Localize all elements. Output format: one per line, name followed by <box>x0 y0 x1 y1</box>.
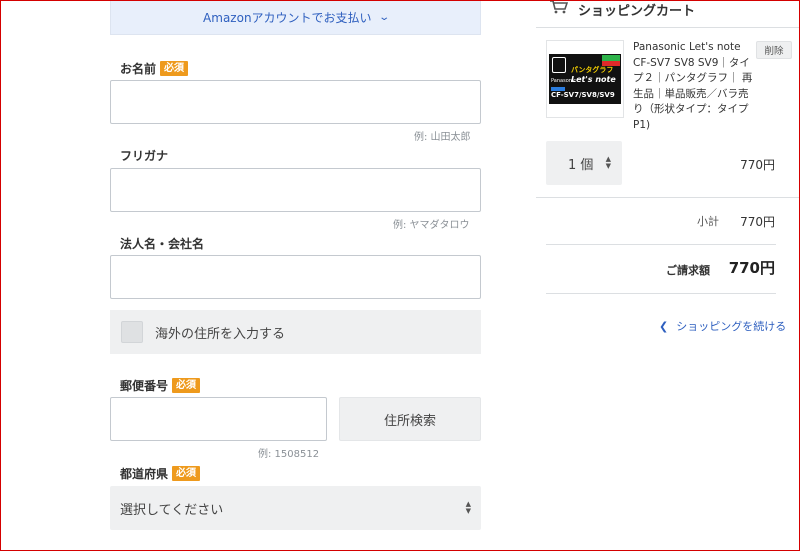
address-search-button[interactable]: 住所検索 <box>339 397 481 441</box>
company-label: 法人名・会社名 <box>120 237 205 251</box>
postal-hint: 例: 1508512 <box>258 449 320 460</box>
total-value: 770円 <box>728 259 775 277</box>
cart-divider-top <box>536 27 800 28</box>
furigana-label: フリガナ <box>120 149 169 163</box>
chevron-left-icon: ❮ <box>659 319 669 333</box>
name-hint: 例: 山田太郎 <box>414 132 471 143</box>
overseas-address-toggle[interactable]: 海外の住所を入力する <box>110 310 481 354</box>
cart-header: ショッピングカート <box>550 0 695 19</box>
furigana-input[interactable] <box>110 168 481 212</box>
chevron-down-icon: ⌄ <box>377 11 390 23</box>
delete-button[interactable]: 削除 <box>756 41 792 59</box>
thumb-text-pantograph: パンタグラフ <box>571 66 614 74</box>
furigana-hint: 例: ヤマダタロウ <box>393 220 470 231</box>
subtotal-value: 770円 <box>740 215 775 229</box>
keyboard-key-icon <box>552 57 566 73</box>
cart-title: ショッピングカート <box>578 4 696 19</box>
prefecture-label: 都道府県 必須 <box>120 465 201 482</box>
overseas-checkbox-label: 海外の住所を入力する <box>155 326 286 342</box>
required-badge: 必須 <box>160 61 189 76</box>
postal-label: 郵便番号 必須 <box>120 377 201 394</box>
name-label: お名前 必須 <box>120 60 189 77</box>
prefecture-selected-value: 選択してください <box>120 502 224 518</box>
required-badge: 必須 <box>172 378 201 393</box>
required-badge: 必須 <box>172 466 201 481</box>
subtotal-label: 小計 <box>697 215 719 228</box>
item-price: 770円 <box>740 158 775 172</box>
total-label: ご請求額 <box>666 264 710 277</box>
amazon-pay-button[interactable]: Amazonアカウントでお支払い ⌄ <box>110 0 481 35</box>
product-thumbnail[interactable]: パンタグラフ Panasonic Let's note CF-SV7/SV8/S… <box>546 40 624 118</box>
company-input[interactable] <box>110 255 481 299</box>
quantity-select[interactable]: 1 個 ▲ ▼ <box>546 141 622 185</box>
quantity-value: 1 個 <box>568 157 594 173</box>
quantity-updown-icon: ▲ ▼ <box>605 155 611 170</box>
product-image: パンタグラフ Panasonic Let's note CF-SV7/SV8/S… <box>549 54 621 104</box>
thumb-text-series: CF-SV7/SV8/SV9 <box>551 91 615 99</box>
select-updown-icon: ▲ ▼ <box>465 500 471 515</box>
continue-shopping-label: ショッピングを続ける <box>676 320 787 333</box>
continue-shopping-link[interactable]: ❮ ショッピングを続ける <box>659 318 786 334</box>
prefecture-select[interactable]: 選択してください ▲ ▼ <box>110 486 481 530</box>
cart-divider-mid <box>536 197 800 198</box>
amazon-pay-label: Amazonアカウントでお支払い <box>203 10 372 25</box>
name-input[interactable] <box>110 80 481 124</box>
thumb-text-model: Let's note <box>571 75 616 84</box>
overseas-checkbox[interactable] <box>121 321 143 343</box>
product-name[interactable]: Panasonic Let's note CF-SV7 SV8 SV9｜タイプ２… <box>633 40 753 133</box>
cart-divider-bottom <box>546 293 776 294</box>
postal-code-input[interactable] <box>110 397 327 441</box>
cart-divider-total <box>546 244 776 245</box>
shopping-cart-icon <box>550 0 568 13</box>
